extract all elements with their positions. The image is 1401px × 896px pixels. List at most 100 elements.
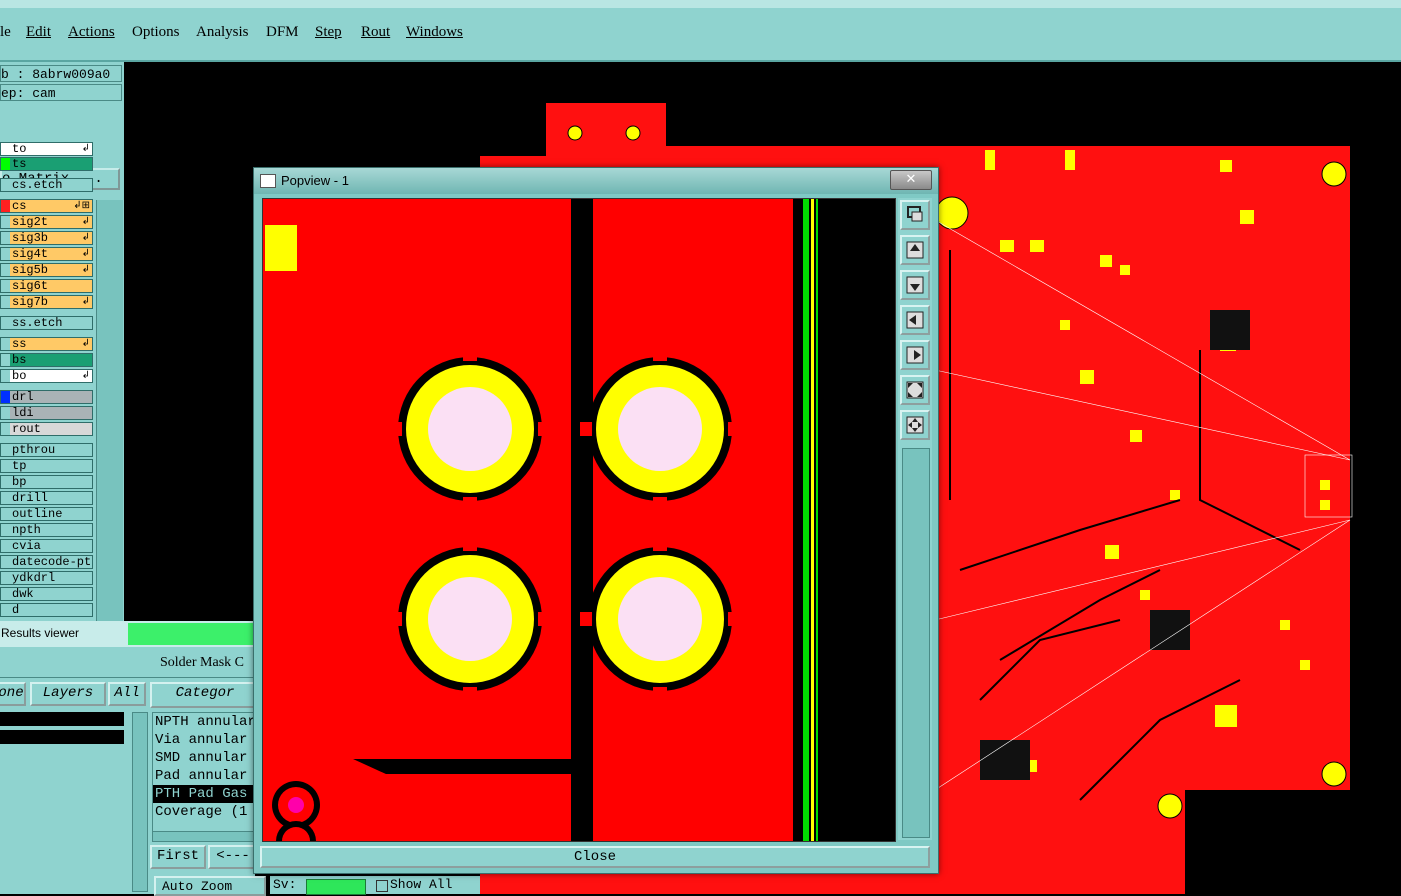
layer-result-row[interactable] bbox=[0, 712, 124, 726]
layer-results-scrollbar[interactable] bbox=[132, 712, 148, 892]
pth-pad bbox=[588, 357, 732, 501]
job-name: b : 8abrw009a0 bbox=[0, 65, 122, 82]
previous-button[interactable]: <--- bbox=[208, 845, 258, 869]
layer-name: sig2t bbox=[12, 215, 49, 229]
tab-none[interactable]: one bbox=[0, 682, 26, 706]
layer-row-sig5b[interactable]: sig5b ↲ bbox=[0, 263, 93, 277]
layer-color-swatch bbox=[1, 232, 10, 244]
layer-row-sig6t[interactable]: sig6t bbox=[0, 279, 93, 293]
layer-row-dwk[interactable]: dwk bbox=[0, 587, 93, 601]
layer-name: cs bbox=[12, 199, 27, 213]
layer-name: ydkdrl bbox=[12, 571, 56, 585]
layer-row-ldi[interactable]: ldi bbox=[0, 406, 93, 420]
layer-row-ts[interactable]: ts bbox=[0, 157, 93, 171]
layer-color-swatch bbox=[1, 524, 10, 536]
popview-canvas[interactable] bbox=[262, 198, 896, 842]
first-button[interactable]: First bbox=[150, 845, 206, 869]
menu-analysis[interactable]: Analysis bbox=[196, 24, 249, 41]
layer-color-swatch bbox=[1, 540, 10, 552]
layer-row-cs[interactable]: cs ↲⊞ bbox=[0, 199, 93, 213]
results-viewer-titlebar: Results viewer bbox=[0, 621, 255, 647]
layer-color-swatch bbox=[1, 216, 10, 228]
layer-name: to bbox=[12, 142, 27, 156]
layer-row-pthrou[interactable]: pthrou bbox=[0, 443, 93, 457]
tab-all[interactable]: All bbox=[108, 682, 146, 706]
layer-row-sig7b[interactable]: sig7b ↲ bbox=[0, 295, 93, 309]
layer-color-swatch bbox=[1, 143, 10, 155]
layer-row-outline[interactable]: outline bbox=[0, 507, 93, 521]
layer-row-datecode-ptc[interactable]: datecode-ptc bbox=[0, 555, 93, 569]
tab-layers[interactable]: Layers bbox=[30, 682, 106, 706]
layer-row-sig2t[interactable]: sig2t ↲ bbox=[0, 215, 93, 229]
layer-name: pthrou bbox=[12, 443, 56, 457]
layer-row-drill[interactable]: drill bbox=[0, 491, 93, 505]
zoom-extents-icon[interactable] bbox=[900, 375, 930, 405]
layer-row-to[interactable]: to ↲ bbox=[0, 142, 93, 156]
zoom-up-icon[interactable] bbox=[900, 235, 930, 265]
layer-row-ydkdrl[interactable]: ydkdrl bbox=[0, 571, 93, 585]
layer-name: sig7b bbox=[12, 295, 49, 309]
menu-actions[interactable]: Actions bbox=[68, 24, 115, 41]
layer-row-bp[interactable]: bp bbox=[0, 475, 93, 489]
category-item-selected[interactable]: PTH Pad Gas bbox=[153, 785, 256, 803]
zoom-down-icon[interactable] bbox=[900, 270, 930, 300]
layer-name: npth bbox=[12, 523, 41, 537]
menu-windows[interactable]: Windows bbox=[406, 24, 463, 41]
layer-row-cs-etch[interactable]: cs.etch bbox=[0, 178, 93, 192]
category-item[interactable]: SMD annular bbox=[153, 749, 256, 767]
via bbox=[288, 797, 304, 813]
layer-row-sig3b[interactable]: sig3b ↲ bbox=[0, 231, 93, 245]
layer-row-drl[interactable]: drl bbox=[0, 390, 93, 404]
layer-color-swatch bbox=[1, 508, 10, 520]
layer-color-swatch bbox=[1, 572, 10, 584]
pan-left-icon[interactable] bbox=[900, 305, 930, 335]
menu-options[interactable]: Options bbox=[132, 24, 180, 41]
layer-row-cvia[interactable]: cvia bbox=[0, 539, 93, 553]
layer-color-swatch bbox=[1, 423, 10, 435]
layer-name: rout bbox=[12, 422, 41, 436]
layer-color-swatch bbox=[1, 248, 10, 260]
layer-name: cs.etch bbox=[12, 178, 63, 192]
category-item[interactable]: Coverage (1 bbox=[153, 803, 256, 821]
layer-row-npth[interactable]: npth bbox=[0, 523, 93, 537]
menu-edit[interactable]: Edit bbox=[26, 24, 51, 41]
show-all-checkbox[interactable] bbox=[376, 880, 388, 892]
pan-right-icon[interactable] bbox=[900, 340, 930, 370]
layer-row-bo[interactable]: bo ↲ bbox=[0, 369, 93, 383]
category-item[interactable]: NPTH annular bbox=[153, 713, 256, 731]
layer-row-ss[interactable]: ss ↲ bbox=[0, 337, 93, 351]
menu-file[interactable]: le bbox=[0, 24, 11, 41]
layer-row-d[interactable]: d bbox=[0, 603, 93, 617]
popview-titlebar[interactable]: Popview - 1 ✕ bbox=[254, 168, 938, 194]
menu-dfm[interactable]: DFM bbox=[266, 24, 299, 41]
close-button[interactable]: Close bbox=[260, 846, 930, 868]
layer-row-tp[interactable]: tp bbox=[0, 459, 93, 473]
sv-label: Sv: bbox=[273, 877, 297, 892]
copper-plane-left bbox=[263, 199, 571, 759]
layer-flag-icon: ↲ bbox=[81, 371, 90, 382]
menu-rout[interactable]: Rout bbox=[361, 24, 390, 41]
fit-window-icon[interactable] bbox=[900, 200, 930, 230]
layer-name: ss.etch bbox=[12, 316, 63, 330]
menu-bar: le Edit Actions Options Analysis DFM Ste… bbox=[0, 0, 1401, 62]
close-icon[interactable]: ✕ bbox=[890, 170, 932, 190]
auto-zoom-toggle[interactable]: Auto Zoom bbox=[154, 876, 266, 896]
layer-name: cvia bbox=[12, 539, 41, 553]
pan-all-icon[interactable] bbox=[900, 410, 930, 440]
layer-row-rout[interactable]: rout bbox=[0, 422, 93, 436]
popview-title: Popview - 1 bbox=[281, 173, 349, 188]
category-item[interactable]: Pad annular bbox=[153, 767, 256, 785]
layer-result-row[interactable] bbox=[0, 730, 124, 744]
layer-flag-icon: ↲ bbox=[81, 297, 90, 308]
layer-row-ss-etch[interactable]: ss.etch bbox=[0, 316, 93, 330]
layer-flag-icon: ↲ bbox=[81, 265, 90, 276]
menu-step[interactable]: Step bbox=[315, 24, 342, 41]
layer-flag-icon: ↲⊞ bbox=[73, 201, 90, 212]
layer-row-bs[interactable]: bs bbox=[0, 353, 93, 367]
category-item[interactable]: Via annular bbox=[153, 731, 256, 749]
layer-list-scrollbar[interactable] bbox=[96, 200, 123, 680]
layer-row-sig4t[interactable]: sig4t ↲ bbox=[0, 247, 93, 261]
category-list: NPTH annular Via annular SMD annular Pad… bbox=[152, 712, 257, 832]
layer-name: datecode-ptc bbox=[12, 555, 93, 569]
sv-selector[interactable] bbox=[306, 879, 366, 895]
